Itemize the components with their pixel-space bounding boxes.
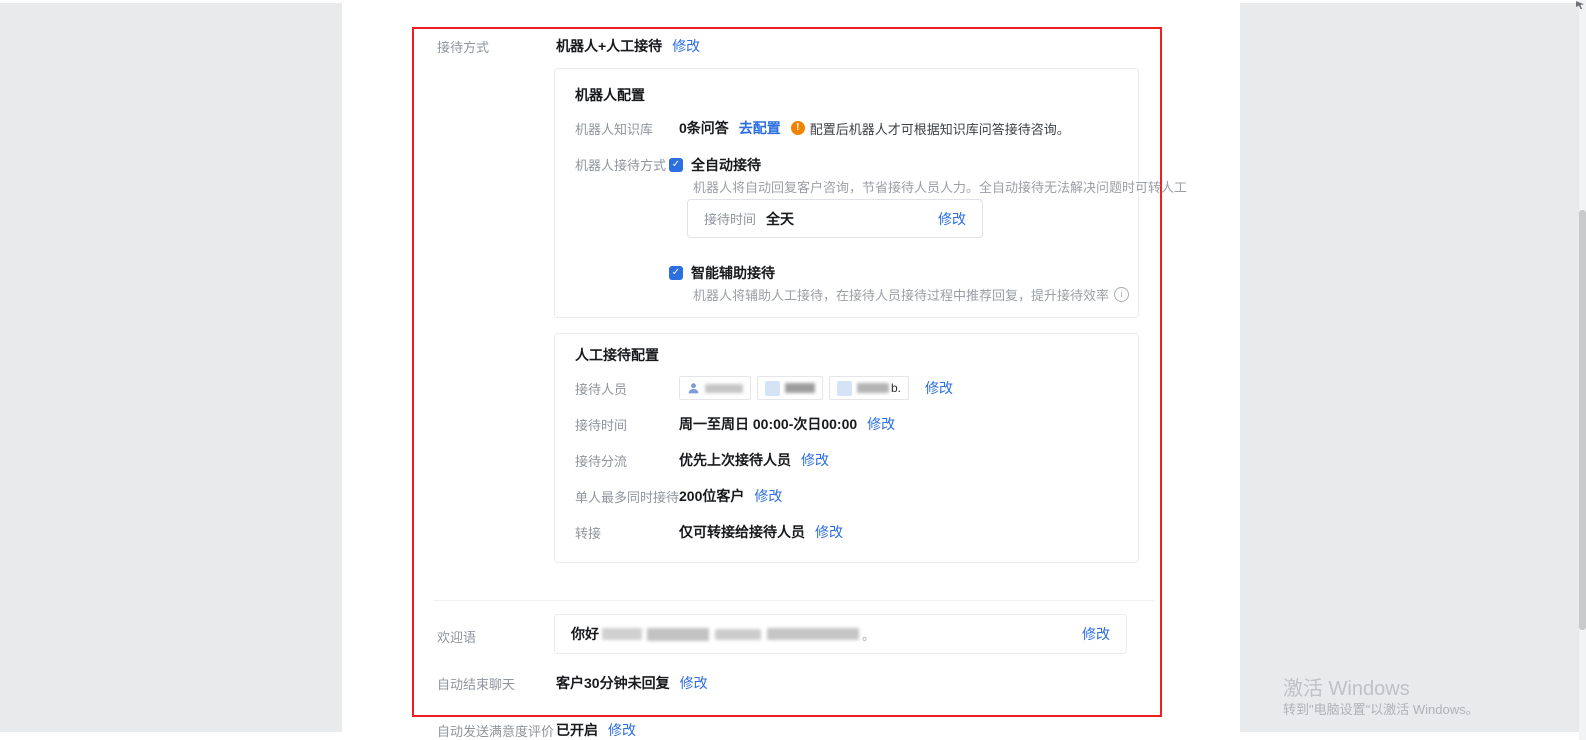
robot-knowledge-warning-text: 配置后机器人才可根据知识库问答接待咨询。 <box>810 119 1070 138</box>
avatar <box>765 381 780 396</box>
manual-time-modify-link[interactable]: 修改 <box>867 414 895 434</box>
check-glyph: ✓ <box>672 268 680 278</box>
robot-knowledge-label: 机器人知识库 <box>575 119 679 138</box>
redacted-name <box>785 383 815 393</box>
person-icon <box>687 382 700 395</box>
smart-assist-desc-text: 机器人将辅助人工接待，在接待人员接待过程中推荐回复，提升接待效率 <box>693 285 1109 304</box>
max-concurrent-label: 单人最多同时接待 <box>575 487 679 506</box>
dispatch-label: 接待分流 <box>575 451 679 470</box>
transfer-label: 转接 <box>575 523 679 542</box>
robot-time-modify-link[interactable]: 修改 <box>938 209 966 229</box>
redacted-text <box>602 628 642 640</box>
avatar <box>837 381 852 396</box>
transfer-row: 转接 仅可转接给接待人员 修改 <box>575 522 843 542</box>
auto-end-label: 自动结束聊天 <box>437 674 556 693</box>
windows-activation-subtitle: 转到"电脑设置"以激活 Windows。 <box>1283 699 1479 718</box>
auto-rating-row: 自动发送满意度评价 已开启 修改 <box>437 720 636 740</box>
left-gutter <box>0 3 342 732</box>
check-glyph: ✓ <box>672 160 680 170</box>
staff-member-chip <box>757 376 823 400</box>
welcome-label: 欢迎语 <box>437 627 556 646</box>
go-configure-link[interactable]: 去配置 <box>739 118 781 138</box>
robot-config-title: 机器人配置 <box>575 85 645 105</box>
robot-time-value: 全天 <box>766 209 794 229</box>
reception-mode-modify-link[interactable]: 修改 <box>672 36 700 56</box>
welcome-label-row: 欢迎语 <box>437 627 556 646</box>
robot-reception-time-box: 接待时间 全天 修改 <box>687 199 983 238</box>
manual-time-label: 接待时间 <box>575 415 679 434</box>
max-concurrent-modify-link[interactable]: 修改 <box>754 486 782 506</box>
robot-config-panel: 机器人配置 机器人知识库 0条问答 去配置 ! 配置后机器人才可根据知识库问答接… <box>554 68 1139 318</box>
smart-assist-title: 智能辅助接待 <box>691 263 775 283</box>
staff-modify-link[interactable]: 修改 <box>925 378 953 398</box>
auto-end-row: 自动结束聊天 客户30分钟未回复 修改 <box>437 673 708 693</box>
reception-mode-row: 接待方式 机器人+人工接待 修改 <box>437 36 700 56</box>
robot-mode-label: 机器人接待方式 <box>575 155 679 174</box>
auto-rating-label: 自动发送满意度评价 <box>437 721 556 740</box>
welcome-visible-text: 你好 <box>571 624 599 644</box>
max-concurrent-row: 单人最多同时接待 200位客户 修改 <box>575 486 782 506</box>
manual-config-title: 人工接待配置 <box>575 345 659 365</box>
warning-icon: ! <box>791 121 805 135</box>
auto-end-value: 客户30分钟未回复 <box>556 673 670 693</box>
robot-knowledge-value: 0条问答 <box>679 118 729 138</box>
windows-activation-title: 激活 Windows <box>1283 672 1410 701</box>
full-auto-desc: 机器人将自动回复客户咨询，节省接待人员人力。全自动接待无法解决问题时可转人工 <box>693 177 1187 196</box>
info-glyph: i <box>1121 290 1123 299</box>
staff-member-visible-text: b. <box>891 381 901 395</box>
robot-time-label: 接待时间 <box>704 209 756 228</box>
full-auto-option: ✓ 全自动接待 <box>669 155 761 175</box>
right-gutter <box>1240 3 1579 732</box>
staff-row: 接待人员 b. 修改 <box>575 376 953 400</box>
redacted-name <box>705 384 743 393</box>
customer-service-settings-page: 接待方式 机器人+人工接待 修改 机器人配置 机器人知识库 0条问答 去配置 !… <box>0 0 1586 740</box>
manual-time-value: 周一至周日 00:00-次日00:00 <box>679 414 857 434</box>
scrollbar-thumb[interactable] <box>1579 210 1586 630</box>
staff-member-chip: b. <box>829 376 909 400</box>
info-icon[interactable]: i <box>1114 287 1129 302</box>
welcome-modify-link[interactable]: 修改 <box>1082 624 1110 644</box>
reception-mode-value: 机器人+人工接待 <box>556 36 662 56</box>
transfer-modify-link[interactable]: 修改 <box>815 522 843 542</box>
dispatch-value: 优先上次接待人员 <box>679 450 791 470</box>
welcome-ellipsis: 。 <box>862 625 875 644</box>
welcome-message-box: 你好 。 修改 <box>554 614 1127 654</box>
auto-end-modify-link[interactable]: 修改 <box>680 673 708 693</box>
transfer-value: 仅可转接给接待人员 <box>679 522 805 542</box>
redacted-text <box>647 628 709 641</box>
max-concurrent-value: 200位客户 <box>679 486 744 506</box>
redacted-text <box>715 629 761 640</box>
smart-assist-option: ✓ 智能辅助接待 <box>669 263 775 283</box>
redacted-text <box>767 628 859 640</box>
vertical-scrollbar[interactable] <box>1579 0 1586 740</box>
staff-member-chip <box>679 376 751 400</box>
reception-mode-label: 接待方式 <box>437 37 556 56</box>
redacted-name <box>857 383 889 393</box>
dispatch-row: 接待分流 优先上次接待人员 修改 <box>575 450 829 470</box>
robot-knowledge-row: 机器人知识库 0条问答 去配置 ! 配置后机器人才可根据知识库问答接待咨询。 <box>575 118 1070 138</box>
manual-time-row: 接待时间 周一至周日 00:00-次日00:00 修改 <box>575 414 895 434</box>
checkbox-checked-icon[interactable]: ✓ <box>669 266 683 280</box>
section-divider <box>434 600 1155 601</box>
warning-glyph: ! <box>796 123 799 133</box>
smart-assist-desc: 机器人将辅助人工接待，在接待人员接待过程中推荐回复，提升接待效率 i <box>693 285 1129 304</box>
auto-rating-modify-link[interactable]: 修改 <box>608 720 636 740</box>
manual-config-panel: 人工接待配置 接待人员 b. 修改 接待时间 周一至周日 00:00-次日00:… <box>554 333 1139 563</box>
full-auto-title: 全自动接待 <box>691 155 761 175</box>
robot-mode-row: 机器人接待方式 <box>575 155 679 174</box>
staff-label: 接待人员 <box>575 379 679 398</box>
checkbox-checked-icon[interactable]: ✓ <box>669 158 683 172</box>
dispatch-modify-link[interactable]: 修改 <box>801 450 829 470</box>
auto-rating-value: 已开启 <box>556 720 598 740</box>
